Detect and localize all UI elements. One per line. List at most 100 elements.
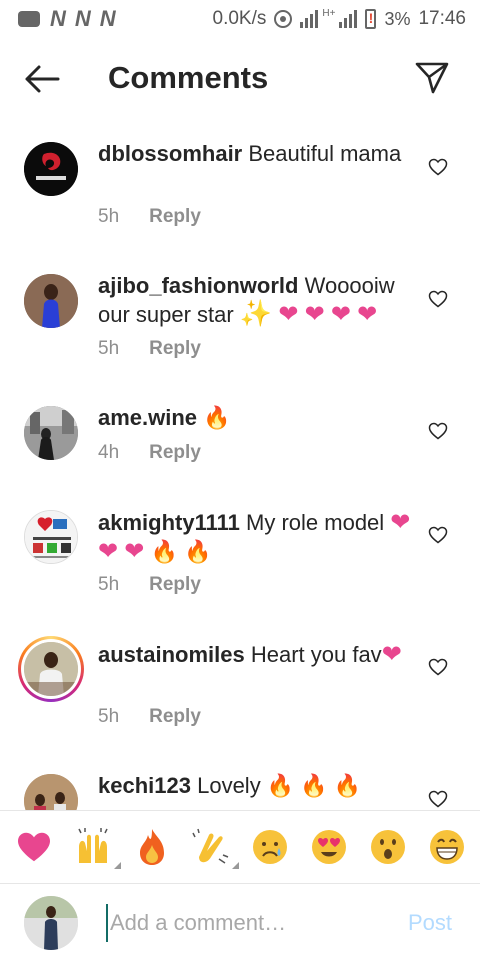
heart-emoji: ❤	[390, 508, 411, 536]
avatar[interactable]	[24, 642, 78, 696]
comment-meta: 5h Reply	[98, 338, 201, 360]
heart-emoji: ❤	[330, 300, 351, 328]
heart-emoji: ❤	[124, 537, 145, 565]
comment-meta: 5h Reply	[98, 574, 201, 596]
post-button[interactable]: Post	[408, 910, 452, 936]
comment-text: ajibo_fashionworld Wooooiw our super sta…	[98, 272, 414, 329]
page-title: Comments	[108, 60, 269, 95]
back-button[interactable]	[24, 64, 60, 94]
fire-emoji: 🔥	[150, 540, 178, 565]
heart-emoji: ❤	[278, 300, 299, 328]
comment-message: Beautiful mama	[248, 141, 402, 166]
comment-username[interactable]: ame.wine	[98, 405, 197, 430]
hotspot-icon	[274, 10, 293, 28]
comment-meta: 5h Reply	[98, 706, 201, 728]
comment-composer: Post	[0, 884, 480, 960]
sparkle-emoji: ✨	[239, 299, 273, 329]
network-type: H+	[322, 7, 336, 19]
avatar[interactable]	[24, 142, 78, 196]
comment-time: 5h	[98, 206, 120, 227]
like-heart-icon[interactable]	[428, 158, 448, 176]
reply-button[interactable]: Reply	[149, 706, 201, 728]
message-notification-icon	[18, 11, 40, 27]
comment-text: austainomiles Heart you fav❤	[98, 640, 414, 669]
heart-emoji: ❤	[357, 300, 378, 328]
emoji-quick-bar	[0, 810, 480, 884]
like-heart-icon[interactable]	[428, 422, 448, 440]
emoji-heart-button[interactable]	[12, 825, 56, 869]
comment-username[interactable]: ajibo_fashionworld	[98, 273, 298, 298]
comment-time: 5h	[98, 338, 120, 359]
avatar[interactable]	[24, 274, 78, 328]
comment-time: 5h	[98, 574, 120, 595]
skin-tone-indicator	[113, 862, 121, 869]
comment-text: ame.wine 🔥	[98, 404, 414, 433]
comment-input[interactable]	[106, 904, 396, 942]
header: Comments	[0, 40, 480, 120]
comment-time: 5h	[98, 706, 120, 727]
heart-emoji: ❤	[381, 640, 402, 668]
comment-username[interactable]: dblossomhair	[98, 141, 242, 166]
clapping-hands-icon	[191, 828, 228, 864]
like-heart-icon[interactable]	[428, 526, 448, 544]
n-notification-icon: N	[50, 6, 66, 31]
comment-message: Heart you fav	[250, 642, 382, 667]
clock: 17:46	[418, 8, 466, 29]
avatar[interactable]	[24, 510, 78, 564]
status-bar: N N N 0.0K/s H+ 3% 17:46	[0, 0, 480, 38]
comment-message: My role model	[246, 510, 385, 535]
like-heart-icon[interactable]	[428, 290, 448, 308]
skin-tone-indicator	[231, 862, 239, 869]
surprised-face-icon	[370, 830, 405, 864]
fire-icon	[139, 829, 164, 865]
comment-meta: 5h Reply	[98, 206, 201, 228]
fire-emoji: 🔥	[333, 774, 362, 799]
n-notification-icon: N	[74, 6, 91, 31]
comment-username[interactable]: austainomiles	[98, 642, 245, 667]
paper-plane-icon	[415, 62, 449, 94]
fire-emoji: 🔥	[203, 406, 231, 431]
fire-emoji: 🔥	[184, 540, 212, 565]
comment-username[interactable]: kechi123	[98, 773, 191, 798]
emoji-grinning-face-button[interactable]	[425, 825, 469, 869]
emoji-sad-face-button[interactable]	[248, 825, 292, 869]
comment-time: 4h	[98, 442, 120, 463]
reply-button[interactable]: Reply	[149, 574, 201, 596]
reply-button[interactable]: Reply	[149, 442, 201, 464]
emoji-surprised-face-button[interactable]	[366, 825, 410, 869]
heart-icon	[17, 832, 50, 862]
avatar[interactable]	[24, 406, 78, 460]
current-user-avatar	[24, 896, 78, 950]
reply-button[interactable]: Reply	[149, 338, 201, 360]
emoji-heart-eyes-button[interactable]	[307, 825, 351, 869]
comment-username[interactable]: akmighty1111	[98, 510, 240, 535]
heart-emoji: ❤	[98, 537, 119, 565]
comment-list[interactable]: dblossomhair Beautiful mama 5h Reply aji…	[0, 120, 480, 810]
raised-hands-icon	[77, 828, 108, 863]
heart-emoji: ❤	[304, 300, 325, 328]
fire-emoji: 🔥	[300, 774, 328, 799]
avatar[interactable]	[24, 774, 78, 810]
n-notification-icon: N	[99, 6, 116, 31]
reply-button[interactable]: Reply	[149, 206, 201, 228]
comment-text: dblossomhair Beautiful mama	[98, 140, 414, 168]
emoji-raised-hands-button[interactable]	[71, 825, 121, 869]
signal-icon	[339, 10, 358, 28]
emoji-fire-button[interactable]	[130, 825, 174, 869]
comment-meta: 4h Reply	[98, 442, 201, 464]
grinning-face-icon	[429, 830, 464, 864]
signal-icon	[300, 10, 319, 28]
fire-emoji: 🔥	[266, 774, 295, 799]
sad-face-icon	[252, 830, 287, 864]
comment-message: Lovely	[197, 773, 261, 798]
direct-share-button[interactable]	[414, 60, 450, 96]
back-arrow-icon	[25, 65, 60, 93]
like-heart-icon[interactable]	[428, 658, 448, 676]
emoji-clapping-hands-button[interactable]	[189, 825, 239, 869]
comment-text: kechi123 Lovely 🔥 🔥 🔥	[98, 772, 414, 801]
like-heart-icon[interactable]	[428, 790, 448, 808]
battery-low-icon	[365, 9, 377, 29]
battery-percent: 3%	[384, 8, 411, 29]
network-speed: 0.0K/s	[212, 8, 267, 29]
heart-eyes-face-icon	[311, 830, 346, 864]
